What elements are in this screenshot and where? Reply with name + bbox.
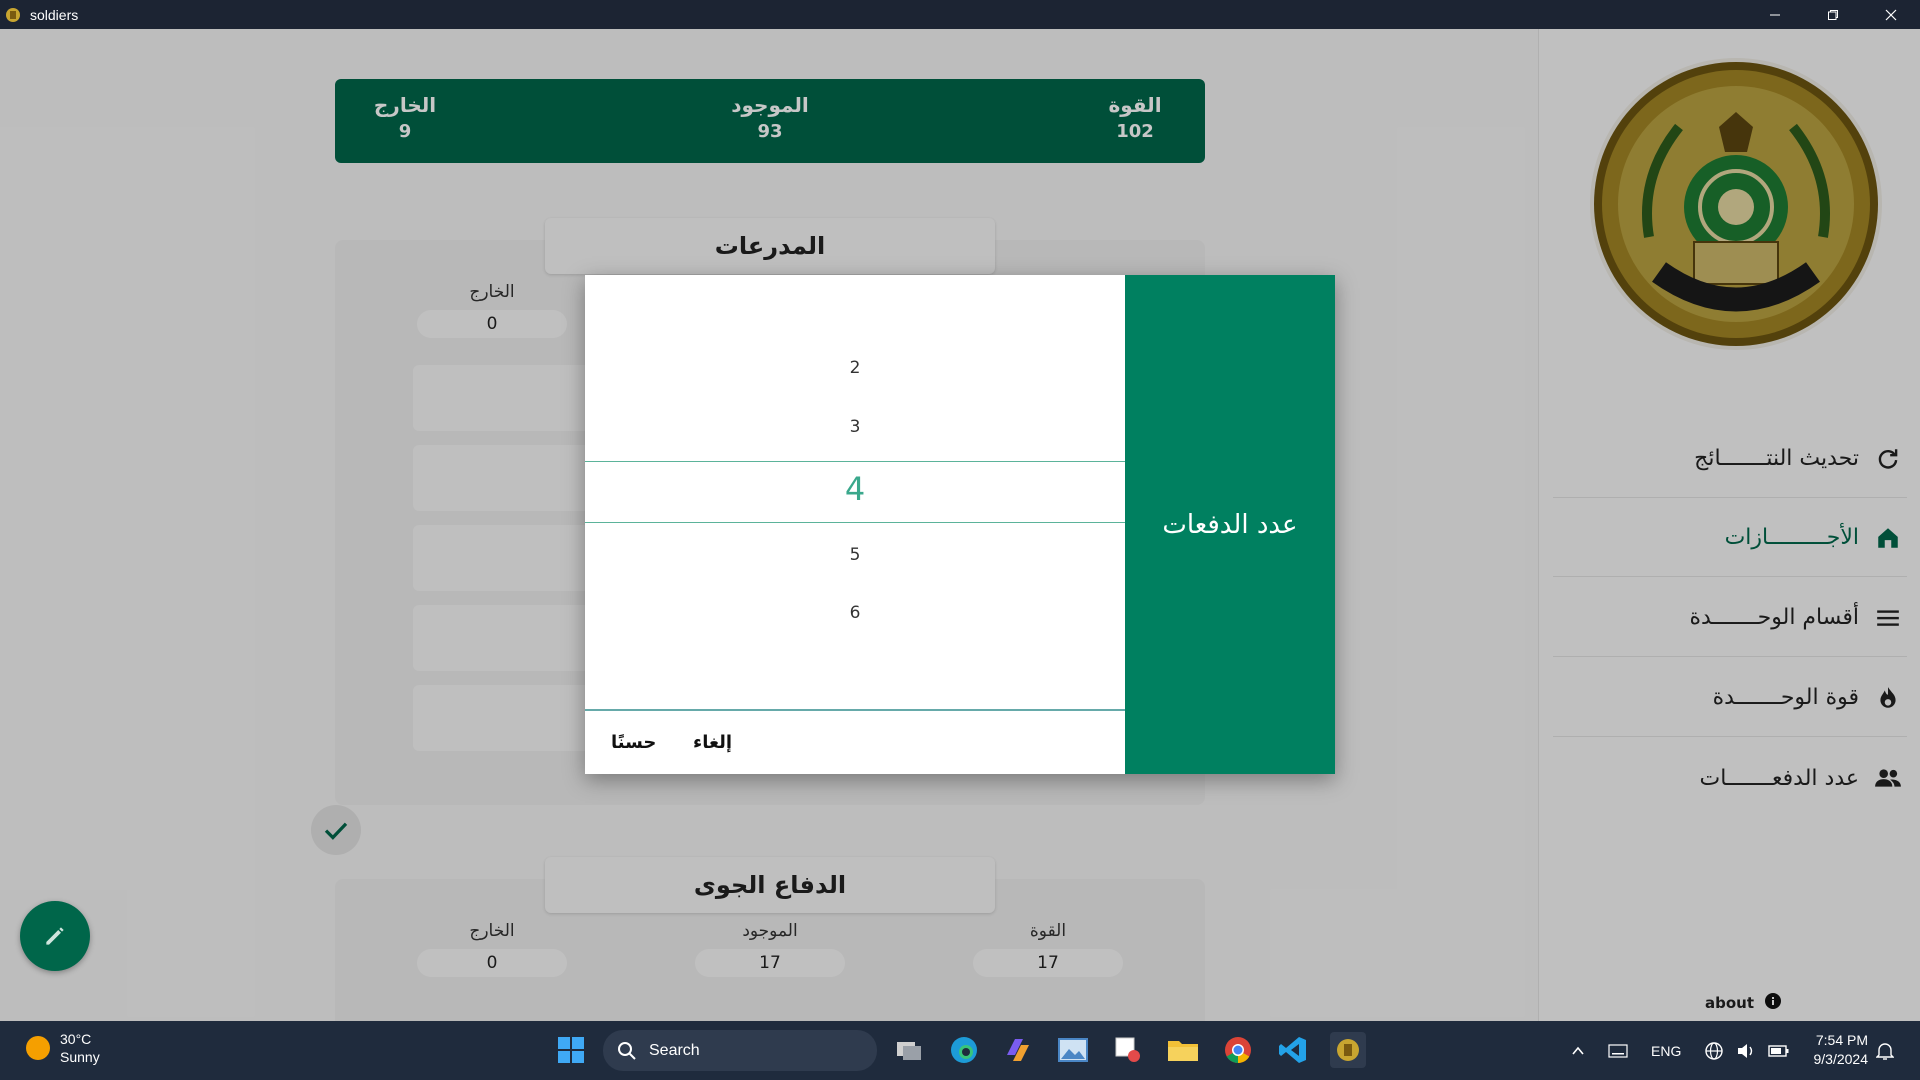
window-title: soldiers [30,6,79,23]
picker-option[interactable]: 3 [585,417,1125,437]
vscode-icon[interactable] [1275,1032,1311,1068]
ok-button[interactable]: حسنًا [611,732,656,753]
picker-option[interactable]: 2 [585,358,1125,378]
battery-icon [1768,1044,1789,1057]
weather-desc: Sunny [60,1049,100,1065]
dialog-title: عدد الدفعات [1162,509,1298,540]
dialog-footer-divider [585,709,1125,711]
chevron-up-icon [1572,1046,1584,1055]
taskbar-search[interactable]: Search [603,1030,877,1071]
weather-widget[interactable]: 30°C Sunny [26,1030,100,1066]
photos-app-icon[interactable] [1055,1032,1091,1068]
dialog-title-panel: عدد الدفعات [1125,275,1335,774]
taskbar: 30°C Sunny Search ENG 7:54 PM 9/3/2024 [0,1021,1920,1080]
edit-fab-button[interactable] [20,901,90,971]
picker-selected-value[interactable]: 4 [585,470,1125,508]
task-view-icon[interactable] [891,1032,927,1068]
search-label: Search [649,1041,700,1059]
window-titlebar: soldiers [0,0,1920,29]
file-explorer-icon[interactable] [1165,1032,1201,1068]
picker-option[interactable]: 6 [585,603,1125,623]
search-icon [618,1041,636,1060]
picker-divider-bottom [585,522,1125,523]
edge-browser-icon[interactable] [946,1032,982,1068]
notifications-bell-icon[interactable] [1876,1021,1894,1080]
system-clock[interactable]: 7:54 PM 9/3/2024 [1800,1031,1869,1069]
pencil-icon [46,927,64,945]
close-button[interactable] [1862,0,1920,29]
system-tray[interactable] [1704,1021,1790,1080]
weather-temp: 30°C [60,1031,92,1047]
clock-date: 9/3/2024 [1813,1051,1869,1067]
picker-divider-top [585,461,1125,462]
network-globe-icon [1705,1041,1723,1060]
cancel-button[interactable]: إلغاء [693,732,732,753]
volume-icon [1738,1043,1753,1058]
show-hidden-icons[interactable] [1570,1021,1586,1080]
sun-icon [26,1036,50,1060]
picker-option[interactable]: 5 [585,545,1125,565]
soldiers-app-icon[interactable] [1330,1032,1366,1068]
clock-time: 7:54 PM [1815,1032,1868,1048]
restore-button[interactable] [1804,0,1862,29]
batches-count-dialog: 2 3 4 5 6 حسنًا إلغاء عدد الدفعات [585,275,1335,774]
minimize-button[interactable] [1746,0,1804,29]
snipping-tool-icon[interactable] [1110,1032,1146,1068]
windows-start-icon[interactable] [553,1032,589,1068]
keyboard-icon[interactable] [1608,1021,1628,1080]
app-emblem-icon [4,6,22,24]
chrome-browser-icon[interactable] [1220,1032,1256,1068]
number-picker[interactable]: 2 3 4 5 6 حسنًا إلغاء [585,275,1125,774]
copilot-icon[interactable] [1000,1032,1036,1068]
language-indicator[interactable]: ENG [1651,1021,1681,1080]
